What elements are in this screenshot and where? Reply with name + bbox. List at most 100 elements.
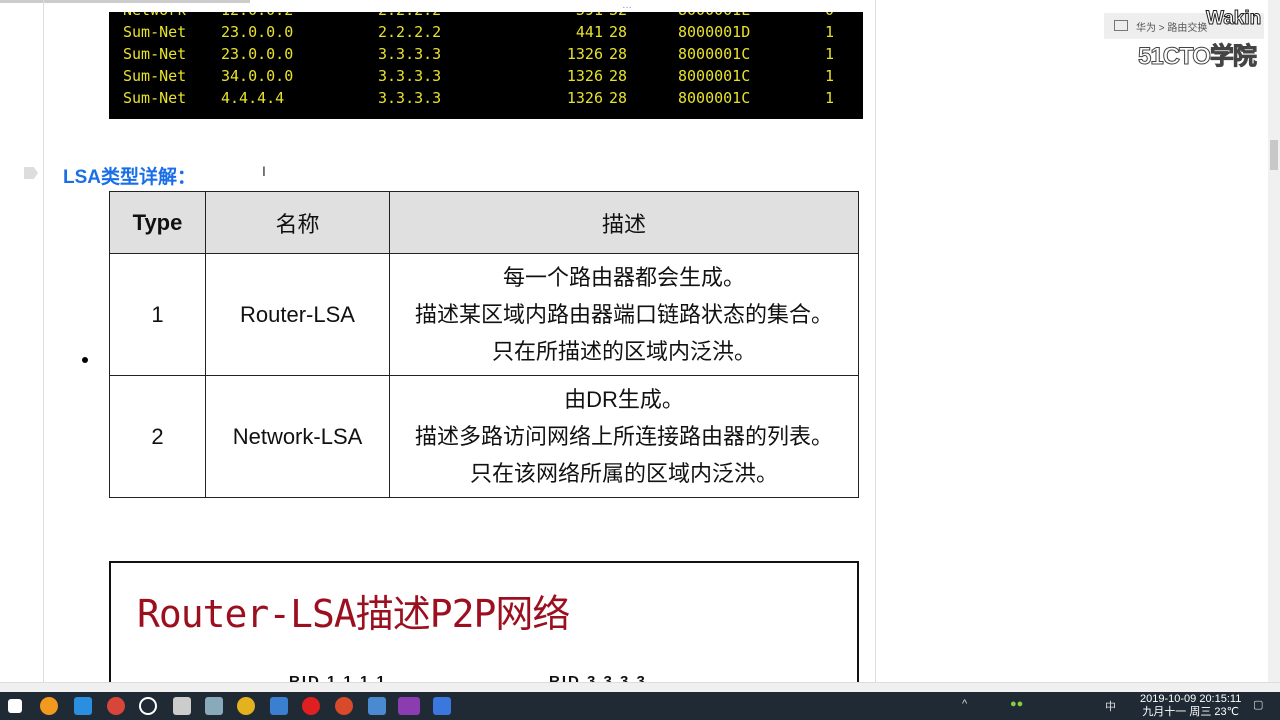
terminal-cell: 2.2.2.2	[378, 23, 442, 41]
terminal-cell: 23.0.0.0	[221, 45, 294, 63]
desc-line: 描述某区域内路由器端口链路状态的集合。	[414, 302, 833, 327]
terminal-cell: 32	[609, 12, 627, 19]
terminal-cell: 8000001C	[678, 89, 751, 107]
date-line: 九月十一 周三 23℃	[1142, 706, 1240, 718]
text-cursor-icon: I	[262, 163, 266, 179]
terminal-cell: 391	[576, 12, 603, 19]
table-row: 2 Network-LSA 由DR生成。 描述多路访问网络上所连接路由器的列表。…	[109, 375, 859, 498]
terminal-cell: Sum-Net	[123, 45, 187, 63]
scroll-thumb[interactable]	[1270, 140, 1278, 170]
terminal-cell: 3.3.3.3	[378, 45, 442, 63]
terminal-row: Sum-Net 4.4.4.4 3.3.3.3 1326 28 8000001C 1	[109, 89, 863, 111]
terminal-cell: 4.4.4.4	[221, 89, 285, 107]
watermark-logo: 51CTO学院	[1138, 43, 1258, 71]
margin-line	[43, 0, 44, 682]
notebook-page: … Network 12.0.0.2 2.2.2.2 391 32 8000001E 0 Su…	[0, 0, 1268, 682]
app-icon[interactable]	[139, 697, 157, 715]
terminal-cell: Sum-Net	[123, 67, 187, 85]
terminal-cell: 34.0.0.0	[221, 67, 294, 85]
desc-line: 只在所描述的区域内泛洪。	[491, 339, 756, 364]
cell-desc: 每一个路由器都会生成。 描述某区域内路由器端口链路状态的集合。 只在所描述的区域…	[389, 253, 859, 376]
terminal-cell: Network	[123, 12, 186, 19]
terminal-cell: 8000001D	[678, 23, 751, 41]
terminal-cell: 1326	[566, 67, 603, 85]
start-icon[interactable]	[8, 699, 22, 713]
terminal-cell: 23.0.0.0	[221, 23, 294, 41]
wechat-icon[interactable]: ●●	[1010, 698, 1023, 710]
tray-expand-icon[interactable]: ^	[962, 698, 967, 710]
app-icon[interactable]	[270, 697, 288, 715]
terminal-output: Network 12.0.0.2 2.2.2.2 391 32 8000001E 0 Sum-…	[109, 12, 863, 119]
margin-line	[875, 0, 876, 682]
camera-icon[interactable]	[205, 697, 223, 715]
desc-line: 每一个路由器都会生成。	[502, 265, 745, 290]
terminal-cell: 441	[575, 23, 603, 41]
search-icon[interactable]	[40, 697, 58, 715]
terminal-cell: 2.2.2.2	[378, 12, 441, 19]
toolbar-edge	[0, 0, 250, 3]
table-row: 1 Router-LSA 每一个路由器都会生成。 描述某区域内路由器端口链路状态…	[109, 253, 859, 376]
terminal-cell: 3.3.3.3	[378, 67, 442, 85]
rid-label: RID 3.3.3.3	[549, 673, 647, 682]
terminal-cell: Sum-Net	[123, 89, 187, 107]
app-icon[interactable]	[433, 697, 451, 715]
slide-title: Router-LSA描述P2P网络	[137, 592, 570, 636]
terminal-cell: 1326	[566, 45, 603, 63]
header-name: 名称	[205, 191, 390, 254]
terminal-cell: 28	[609, 67, 628, 85]
terminal-cell: 8000001C	[678, 45, 751, 63]
datetime: 2019-10-09 20:15:11	[1140, 693, 1242, 705]
cell-name: Network-LSA	[205, 375, 390, 498]
horizontal-scrollbar[interactable]	[0, 682, 1280, 692]
cell-desc: 由DR生成。 描述多路访问网络上所连接路由器的列表。 只在该网络所属的区域内泛洪…	[389, 375, 859, 498]
terminal-cell: 28	[609, 23, 628, 41]
taskbar: ^ ●● 中 2019-10-09 20:15:11 九月十一 周三 23℃ ▢	[0, 692, 1280, 720]
onenote-icon[interactable]	[398, 697, 420, 715]
app-icon[interactable]	[173, 697, 191, 715]
app-icon[interactable]	[368, 697, 386, 715]
notification-icon[interactable]: ▢	[1253, 698, 1263, 711]
desc-line: 描述多路访问网络上所连接路由器的列表。	[414, 424, 833, 449]
terminal-cell: 28	[609, 45, 628, 63]
terminal-row: Sum-Net 34.0.0.0 3.3.3.3 1326 28 8000001C 1	[109, 67, 863, 89]
watermark-user: Wakin	[1205, 8, 1262, 30]
rid-label: RID 1.1.1.1	[289, 673, 387, 682]
terminal-row: Network 12.0.0.2 2.2.2.2 391 32 8000001E 0	[109, 12, 863, 23]
terminal-cell: 1326	[566, 89, 603, 107]
clock[interactable]: 2019-10-09 20:15:11 九月十一 周三 23℃	[1140, 693, 1241, 719]
cell-type: 1	[109, 253, 206, 376]
vertical-scrollbar[interactable]	[1268, 0, 1280, 682]
powerpoint-icon[interactable]	[335, 697, 353, 715]
terminal-cell: 0	[825, 12, 834, 19]
cell-type: 2	[109, 375, 206, 498]
huawei-icon[interactable]	[302, 697, 320, 715]
header-type: Type	[109, 191, 206, 254]
ime-indicator[interactable]: 中	[1105, 698, 1116, 714]
app-icon[interactable]	[107, 697, 125, 715]
terminal-row: Sum-Net 23.0.0.0 2.2.2.2 441 28 8000001D 1	[109, 23, 863, 45]
terminal-cell: 8000001E	[678, 12, 750, 19]
section-heading: LSA类型详解：	[63, 167, 197, 188]
terminal-cell: 1	[825, 67, 835, 85]
terminal-cell: 1	[825, 23, 835, 41]
app-icon[interactable]	[74, 697, 92, 715]
terminal-cell: 3.3.3.3	[378, 89, 442, 107]
terminal-cell: 1	[825, 45, 835, 63]
more-icon[interactable]: …	[622, 0, 632, 11]
paragraph-handle-icon[interactable]	[24, 167, 38, 179]
slide-image: Router-LSA描述P2P网络 RID 1.1.1.1 RID 3.3.3.…	[109, 561, 859, 682]
notebook-icon	[1114, 20, 1128, 31]
cell-name: Router-LSA	[205, 253, 390, 376]
chrome-icon[interactable]	[237, 697, 255, 715]
terminal-cell: 8000001C	[678, 67, 751, 85]
terminal-cell: 12.0.0.2	[221, 12, 293, 19]
terminal-cell: Sum-Net	[123, 23, 187, 41]
desc-line: 由DR生成。	[564, 387, 684, 412]
breadcrumb-text: 华为 > 路由交换	[1136, 23, 1208, 34]
bullet-icon	[82, 357, 88, 363]
terminal-row: Sum-Net 23.0.0.0 3.3.3.3 1326 28 8000001C 1	[109, 45, 863, 67]
lsa-type-table: Type 名称 描述 1 Router-LSA 每一个路由器都会生成。 描述某区…	[109, 191, 859, 498]
terminal-cell: 28	[609, 89, 628, 107]
desc-line: 只在该网络所属的区域内泛洪。	[469, 461, 778, 486]
header-desc: 描述	[389, 191, 859, 254]
